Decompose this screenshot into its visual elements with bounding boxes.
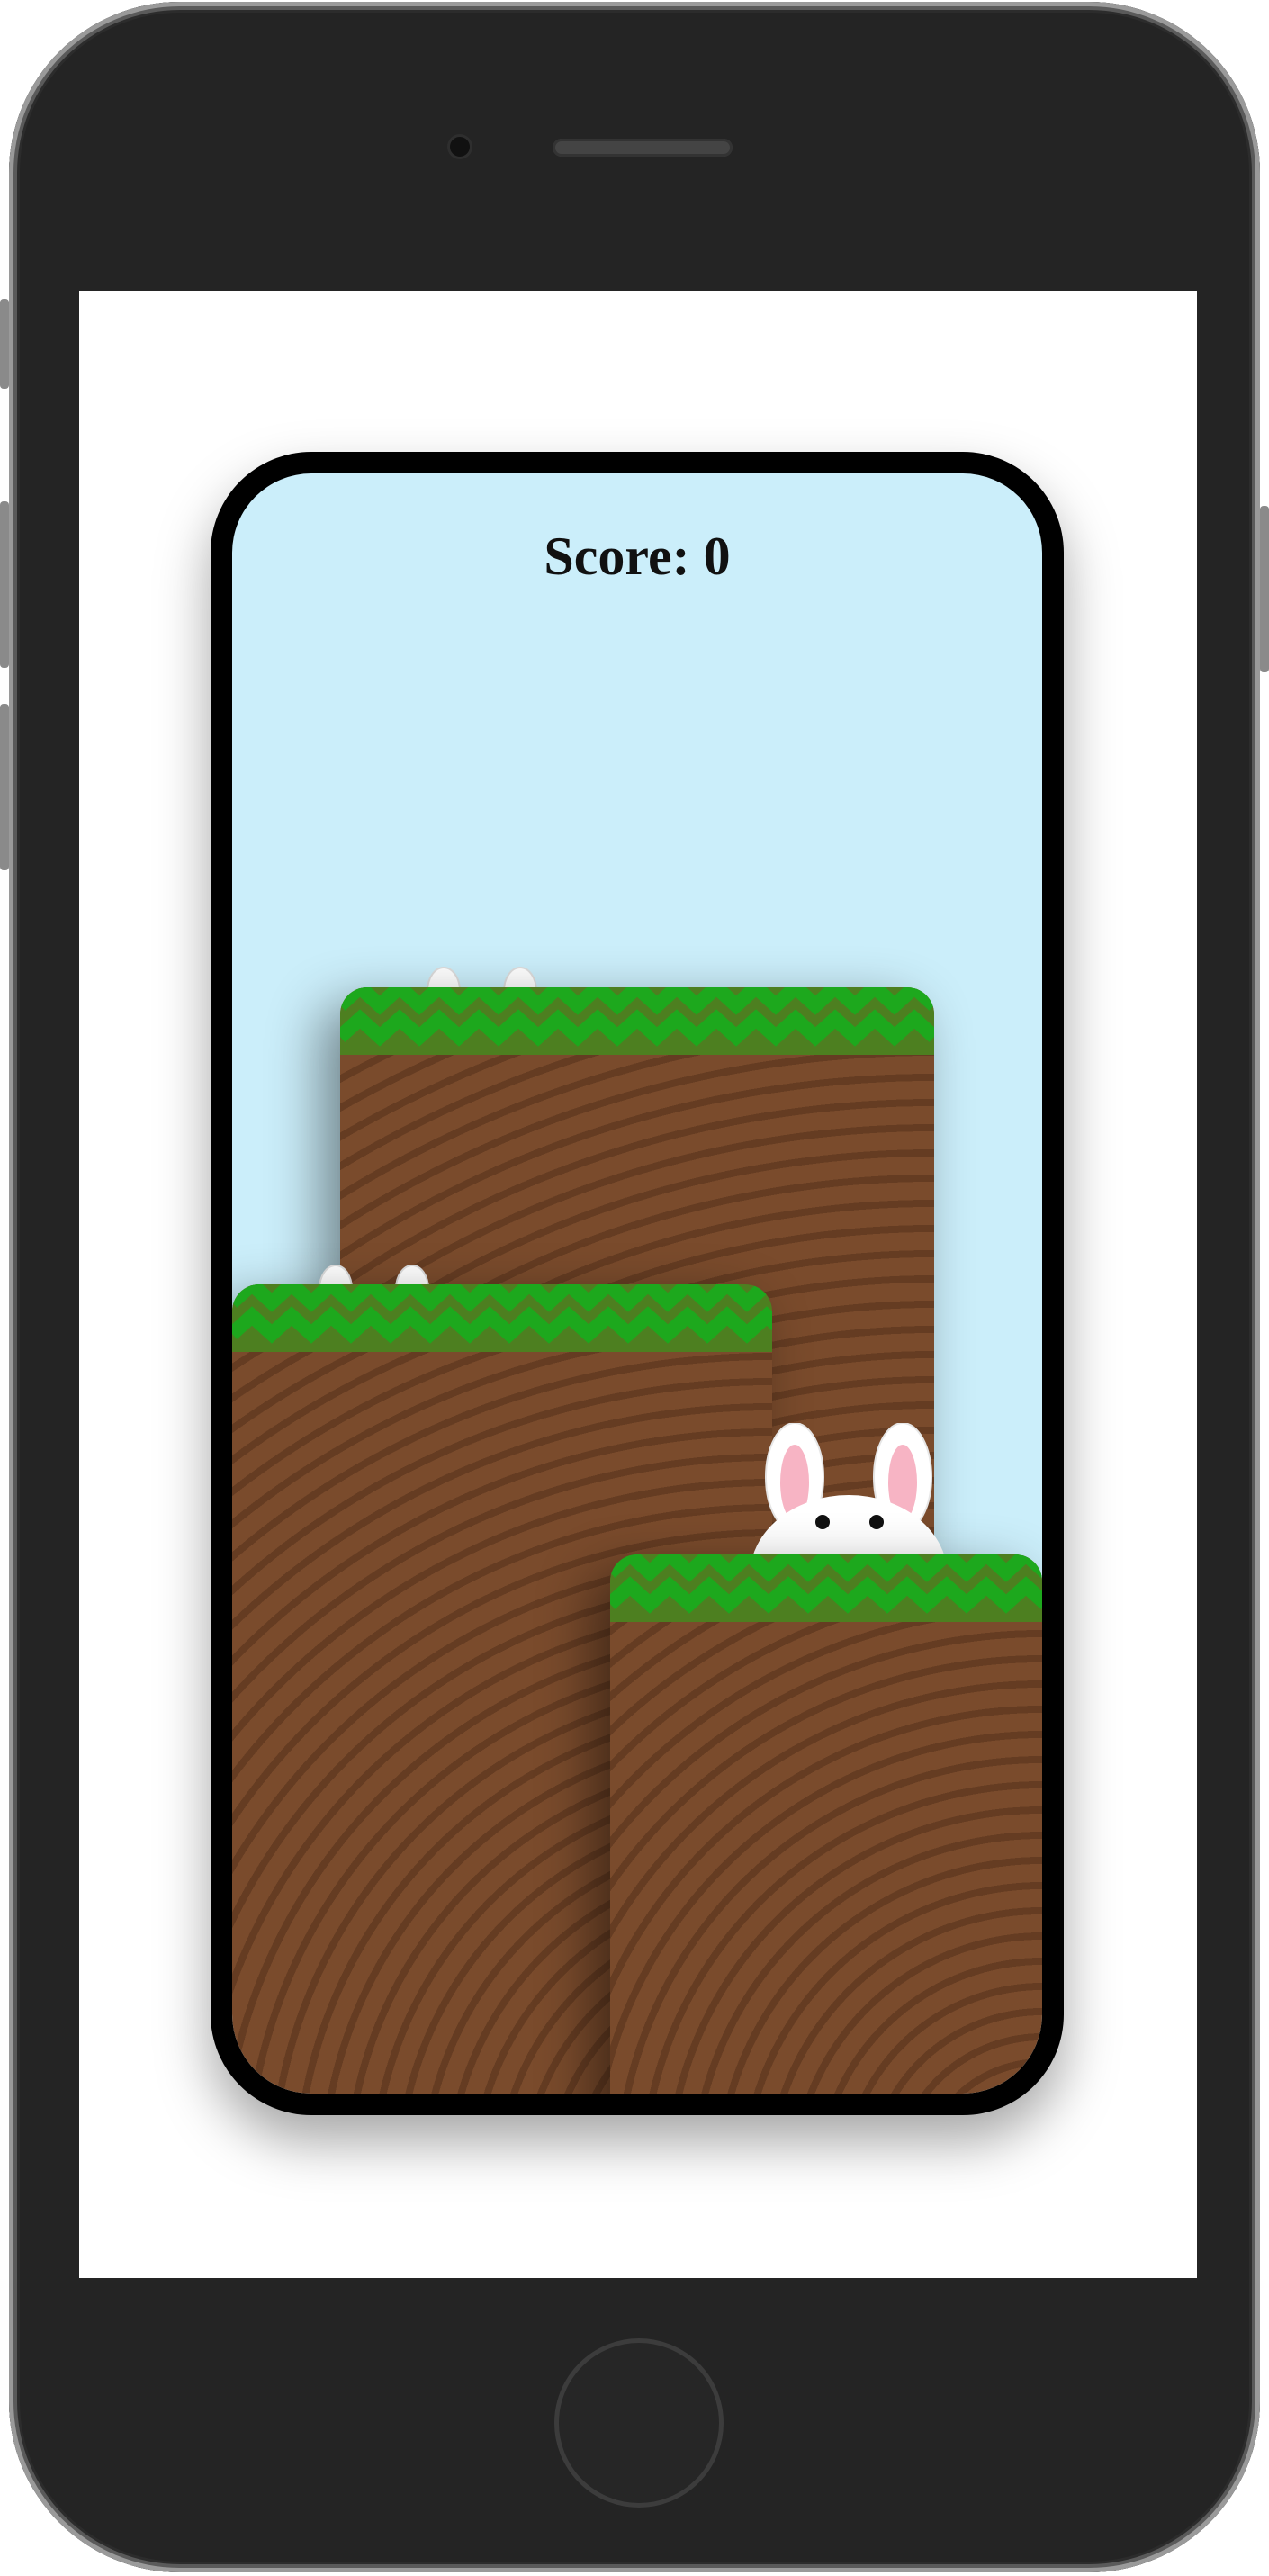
- bunny-icon: [752, 1423, 946, 1558]
- platform-grass: [610, 1554, 1042, 1622]
- device-screen: Score: 0: [79, 291, 1197, 2278]
- home-button-icon[interactable]: [554, 2338, 724, 2508]
- speaker-icon: [553, 139, 733, 157]
- platform-bottom: [610, 1554, 1042, 2094]
- score-label: Score:: [544, 527, 690, 586]
- score-display: Score: 0: [232, 526, 1042, 588]
- phone-device-frame: Score: 0: [0, 2, 1269, 2572]
- game-canvas[interactable]: Score: 0: [232, 473, 1042, 2094]
- camera-icon: [450, 137, 470, 157]
- volume-up-button: [0, 501, 9, 668]
- game-frame: Score: 0: [211, 452, 1064, 2115]
- power-button: [1260, 506, 1269, 672]
- ringer-switch: [0, 299, 9, 389]
- platform-grass: [340, 987, 934, 1055]
- volume-down-button: [0, 704, 9, 870]
- score-value: 0: [703, 527, 731, 586]
- platform-grass: [232, 1284, 772, 1352]
